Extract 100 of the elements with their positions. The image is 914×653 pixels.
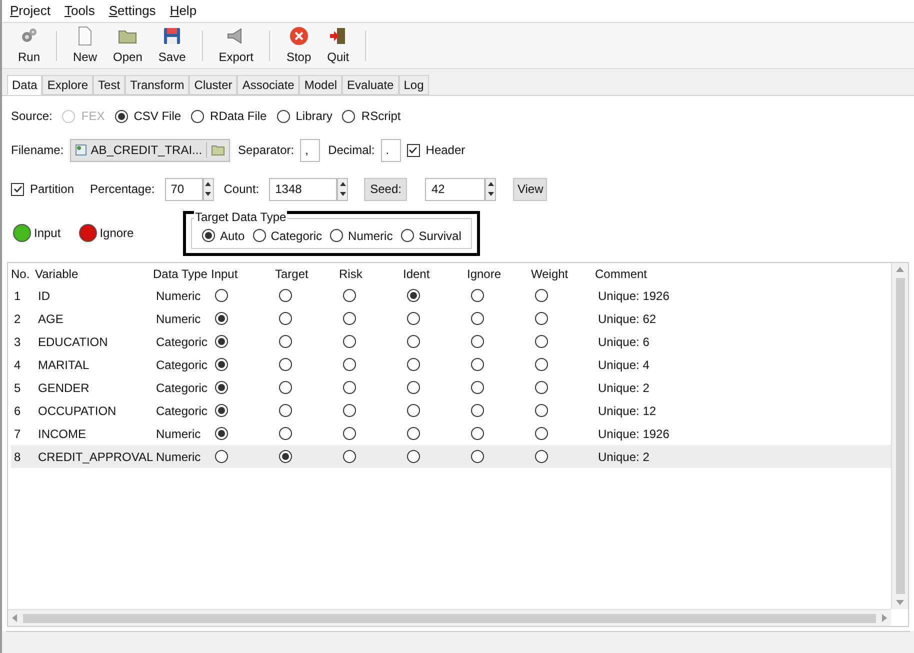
radio-label[interactable]: Numeric [348, 226, 393, 244]
radio-button[interactable] [471, 289, 484, 302]
menu-item[interactable]: Settings [108, 1, 156, 21]
radio-button[interactable] [471, 381, 484, 394]
checkbox-label[interactable]: Header [426, 141, 466, 159]
radio-button[interactable] [407, 358, 420, 371]
radio-button[interactable] [215, 312, 228, 325]
radio-button[interactable] [535, 427, 548, 440]
radio-button[interactable] [342, 110, 356, 122]
radio-label[interactable]: Categoric [270, 226, 322, 244]
seed-field[interactable]: 42 [425, 178, 486, 200]
radio-button[interactable] [343, 381, 356, 394]
radio-label[interactable]: RScript [361, 107, 401, 125]
radio-button[interactable] [471, 450, 484, 463]
radio-button[interactable] [471, 358, 484, 371]
radio-button[interactable] [471, 312, 484, 325]
tab[interactable]: Evaluate [342, 75, 399, 95]
radio-button[interactable] [535, 335, 548, 348]
radio-label[interactable]: Library [296, 107, 332, 125]
radio-button[interactable] [343, 427, 356, 440]
radio-label[interactable]: Auto [220, 226, 245, 244]
table-row[interactable]: 1 ID Numeric Unique: 1926 [11, 284, 891, 307]
radio-button[interactable] [343, 289, 356, 302]
radio-button[interactable] [471, 427, 484, 440]
view-button[interactable]: View [513, 178, 548, 200]
radio-button[interactable] [215, 358, 228, 371]
radio-button[interactable] [343, 335, 356, 348]
column-header[interactable]: Target [275, 264, 339, 282]
radio-button[interactable] [407, 427, 420, 440]
column-header[interactable]: No. [11, 264, 35, 282]
toolbar-button[interactable]: Stop [282, 26, 316, 66]
radio-button[interactable] [407, 450, 420, 463]
radio-button[interactable] [407, 312, 420, 325]
column-header[interactable]: Input [211, 264, 275, 282]
tab[interactable]: Data [7, 75, 42, 95]
radio-button[interactable] [191, 110, 204, 122]
tab[interactable]: Transform [125, 75, 190, 95]
checkbox[interactable] [11, 182, 24, 196]
tab[interactable]: Test [93, 75, 126, 95]
count-field[interactable]: 1348 [269, 178, 338, 200]
column-header[interactable]: Weight [531, 264, 595, 282]
radio-button[interactable] [407, 381, 420, 394]
radio-button[interactable] [279, 381, 292, 394]
radio-button[interactable] [279, 335, 292, 348]
table-row[interactable]: 4 MARITAL Categoric Unique: 4 [11, 353, 891, 376]
radio-button[interactable] [535, 450, 548, 463]
table-row[interactable]: 7 INCOME Numeric Unique: 1926 [11, 422, 891, 445]
radio-button[interactable] [279, 404, 292, 417]
radio-button[interactable] [252, 229, 266, 242]
radio-button[interactable] [279, 312, 292, 325]
radio-button[interactable] [279, 289, 292, 302]
checkbox[interactable] [406, 144, 420, 156]
decimal-field[interactable]: . [380, 138, 401, 162]
toolbar-button[interactable]: New [69, 26, 102, 66]
toolbar-button[interactable]: Export [214, 26, 258, 66]
radio-button[interactable] [400, 229, 414, 242]
menu-item[interactable]: Help [170, 1, 197, 21]
radio-button[interactable] [215, 381, 228, 394]
table-row[interactable]: 8 CREDIT_APPROVAL Numeric Unique: 2 [11, 445, 891, 468]
radio-button[interactable] [202, 229, 215, 242]
radio-button[interactable] [471, 404, 484, 417]
toolbar-button[interactable]: Run [14, 26, 44, 66]
radio-button[interactable] [535, 312, 548, 325]
spin-buttons[interactable] [202, 178, 214, 200]
radio-button[interactable] [114, 110, 128, 122]
radio-button[interactable] [279, 358, 292, 371]
spin-buttons[interactable] [485, 178, 496, 200]
toolbar-button[interactable]: Quit [323, 26, 354, 66]
seed-button[interactable]: Seed: [364, 178, 408, 200]
toolbar-button[interactable]: Open [109, 26, 146, 66]
separator-field[interactable]: , [300, 138, 320, 162]
spin-buttons[interactable] [337, 178, 348, 200]
tab[interactable]: Log [398, 75, 429, 95]
radio-button[interactable] [215, 404, 228, 417]
radio-button[interactable] [215, 427, 228, 440]
radio-label[interactable]: RData File [210, 107, 267, 125]
checkbox-label[interactable]: Partition [30, 180, 74, 198]
column-header[interactable]: Risk [339, 264, 403, 282]
radio-button[interactable] [343, 404, 356, 417]
radio-button[interactable] [535, 289, 548, 302]
radio-button[interactable] [343, 358, 356, 371]
column-header[interactable]: Comment [595, 264, 715, 282]
radio-button[interactable] [535, 381, 548, 394]
tab[interactable]: Cluster [189, 75, 238, 95]
radio-button[interactable] [535, 404, 548, 417]
radio-button[interactable] [279, 427, 292, 440]
radio-button[interactable] [215, 289, 228, 302]
radio-button[interactable] [343, 312, 356, 325]
radio-button[interactable] [215, 450, 228, 463]
radio-button[interactable] [279, 450, 292, 463]
file-picker[interactable]: AB_CREDIT_TRAI... [70, 138, 230, 162]
radio-button[interactable] [330, 229, 344, 242]
toolbar-button[interactable]: Save [154, 26, 190, 66]
table-row[interactable]: 3 EDUCATION Categoric Unique: 6 [11, 330, 891, 353]
radio-button[interactable] [407, 289, 420, 302]
column-header[interactable]: Ident [403, 264, 467, 282]
radio-label[interactable]: Survival [418, 226, 462, 244]
table-row[interactable]: 6 OCCUPATION Categoric Unique: 12 [11, 399, 891, 422]
radio-button[interactable] [471, 335, 484, 348]
column-header[interactable]: Variable [35, 264, 153, 282]
